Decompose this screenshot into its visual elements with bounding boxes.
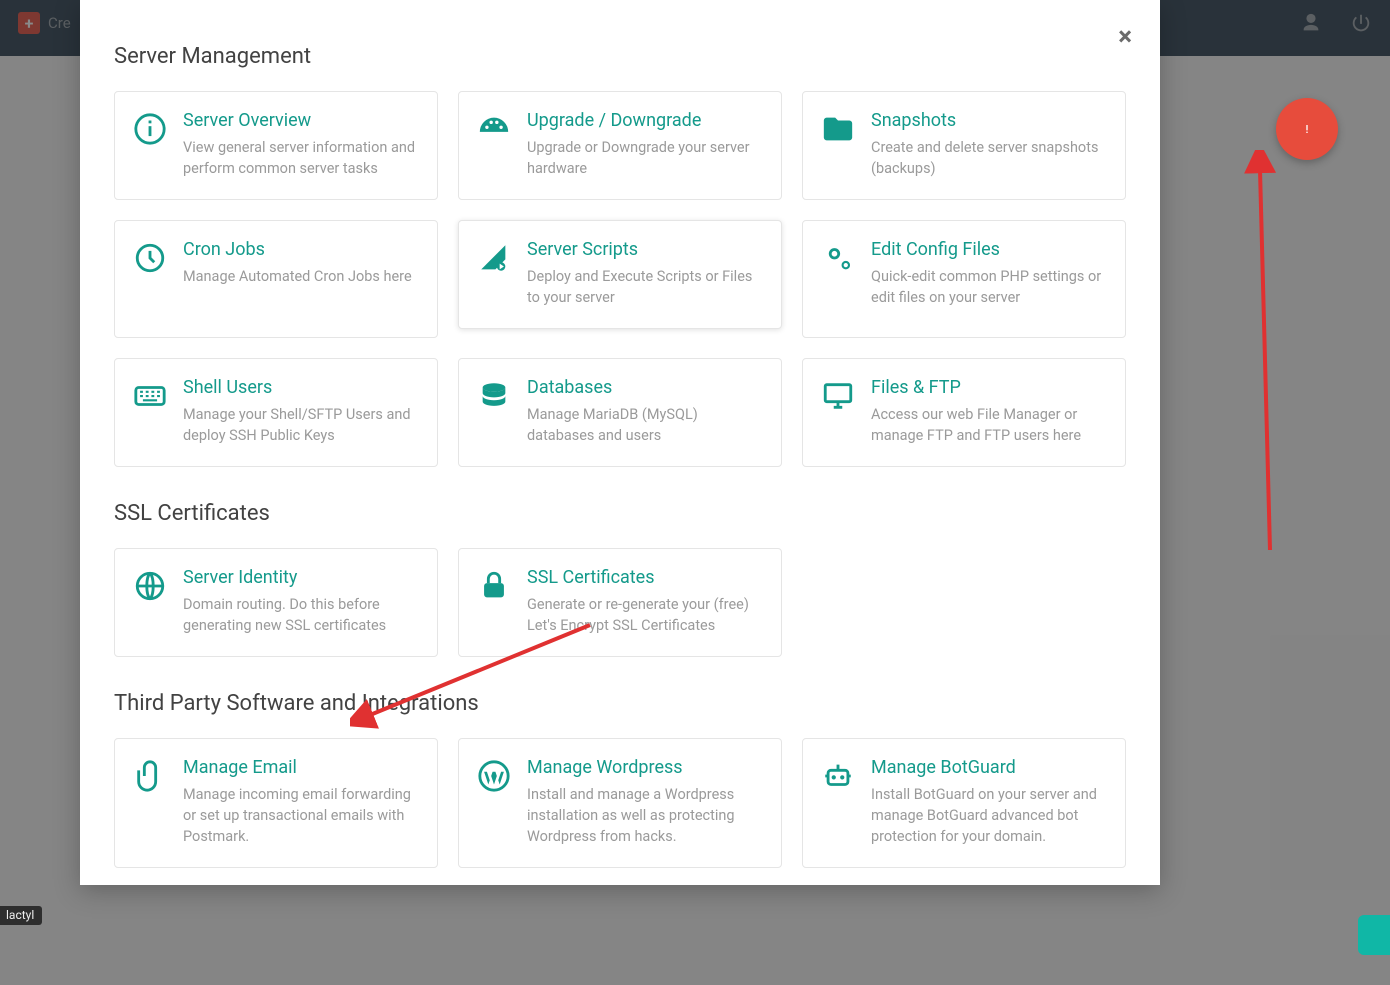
card-title: Shell Users	[183, 377, 419, 398]
card-server-scripts[interactable]: Server Scripts Deploy and Execute Script…	[458, 220, 782, 329]
card-manage-email[interactable]: Manage Email Manage incoming email forwa…	[114, 738, 438, 868]
globe-icon	[133, 569, 167, 603]
card-title: Server Scripts	[527, 239, 763, 260]
card-shell-users[interactable]: Shell Users Manage your Shell/SFTP Users…	[114, 358, 438, 467]
card-title: Databases	[527, 377, 763, 398]
card-manage-wordpress[interactable]: Manage Wordpress Install and manage a Wo…	[458, 738, 782, 868]
server-modal: × Server Management Server Overview View…	[80, 0, 1160, 885]
cards-grid: Manage Email Manage incoming email forwa…	[114, 738, 1126, 868]
card-server-overview[interactable]: Server Overview View general server info…	[114, 91, 438, 200]
card-desc: Generate or re-generate your (free) Let'…	[527, 594, 763, 636]
card-title: Upgrade / Downgrade	[527, 110, 763, 131]
info-icon	[133, 112, 167, 146]
small-tag: lactyl	[0, 906, 42, 925]
fab-button[interactable]	[1276, 98, 1338, 160]
card-edit-config[interactable]: Edit Config Files Quick-edit common PHP …	[802, 220, 1126, 338]
monitor-icon	[821, 379, 855, 413]
card-desc: Manage Automated Cron Jobs here	[183, 266, 419, 287]
card-title: Cron Jobs	[183, 239, 419, 260]
gears-icon	[821, 241, 855, 275]
card-title: Manage Wordpress	[527, 757, 763, 778]
card-files-ftp[interactable]: Files & FTP Access our web File Manager …	[802, 358, 1126, 467]
card-desc: Install and manage a Wordpress installat…	[527, 784, 763, 847]
database-icon	[477, 379, 511, 413]
card-desc: Install BotGuard on your server and mana…	[871, 784, 1107, 847]
help-bubble[interactable]	[1358, 915, 1390, 955]
card-ssl[interactable]: SSL Certificates Generate or re-generate…	[458, 548, 782, 657]
card-upgrade-downgrade[interactable]: Upgrade / Downgrade Upgrade or Downgrade…	[458, 91, 782, 200]
card-title: Server Overview	[183, 110, 419, 131]
script-icon	[477, 241, 511, 275]
card-desc: Domain routing. Do this before generatin…	[183, 594, 419, 636]
card-title: SSL Certificates	[527, 567, 763, 588]
card-desc: Manage your Shell/SFTP Users and deploy …	[183, 404, 419, 446]
cards-grid: Server Overview View general server info…	[114, 91, 1126, 467]
card-databases[interactable]: Databases Manage MariaDB (MySQL) databas…	[458, 358, 782, 467]
card-title: Server Identity	[183, 567, 419, 588]
clock-icon	[133, 241, 167, 275]
gauge-icon	[477, 112, 511, 146]
card-server-identity[interactable]: Server Identity Domain routing. Do this …	[114, 548, 438, 657]
card-title: Files & FTP	[871, 377, 1107, 398]
card-desc: View general server information and perf…	[183, 137, 419, 179]
card-desc: Create and delete server snapshots (back…	[871, 137, 1107, 179]
card-desc: Manage incoming email forwarding or set …	[183, 784, 419, 847]
section-title: Third Party Software and Integrations	[114, 691, 1126, 716]
card-title: Manage Email	[183, 757, 419, 778]
card-desc: Manage MariaDB (MySQL) databases and use…	[527, 404, 763, 446]
modal-content: Server Management Server Overview View g…	[80, 0, 1160, 885]
wordpress-icon	[477, 759, 511, 793]
card-desc: Deploy and Execute Scripts or Files to y…	[527, 266, 763, 308]
section-title: SSL Certificates	[114, 501, 1126, 526]
card-title: Manage BotGuard	[871, 757, 1107, 778]
card-cron-jobs[interactable]: Cron Jobs Manage Automated Cron Jobs her…	[114, 220, 438, 338]
card-title: Snapshots	[871, 110, 1107, 131]
card-desc: Upgrade or Downgrade your server hardwar…	[527, 137, 763, 179]
cards-grid: Server Identity Domain routing. Do this …	[114, 548, 1126, 657]
robot-icon	[821, 759, 855, 793]
paperclip-icon	[133, 759, 167, 793]
card-desc: Access our web File Manager or manage FT…	[871, 404, 1107, 446]
lock-icon	[477, 569, 511, 603]
card-title: Edit Config Files	[871, 239, 1107, 260]
close-icon[interactable]: ×	[1118, 22, 1132, 52]
section-title: Server Management	[114, 44, 1126, 69]
keyboard-icon	[133, 379, 167, 413]
card-desc: Quick-edit common PHP settings or edit f…	[871, 266, 1107, 308]
folder-icon	[821, 112, 855, 146]
card-manage-botguard[interactable]: Manage BotGuard Install BotGuard on your…	[802, 738, 1126, 868]
card-snapshots[interactable]: Snapshots Create and delete server snaps…	[802, 91, 1126, 200]
